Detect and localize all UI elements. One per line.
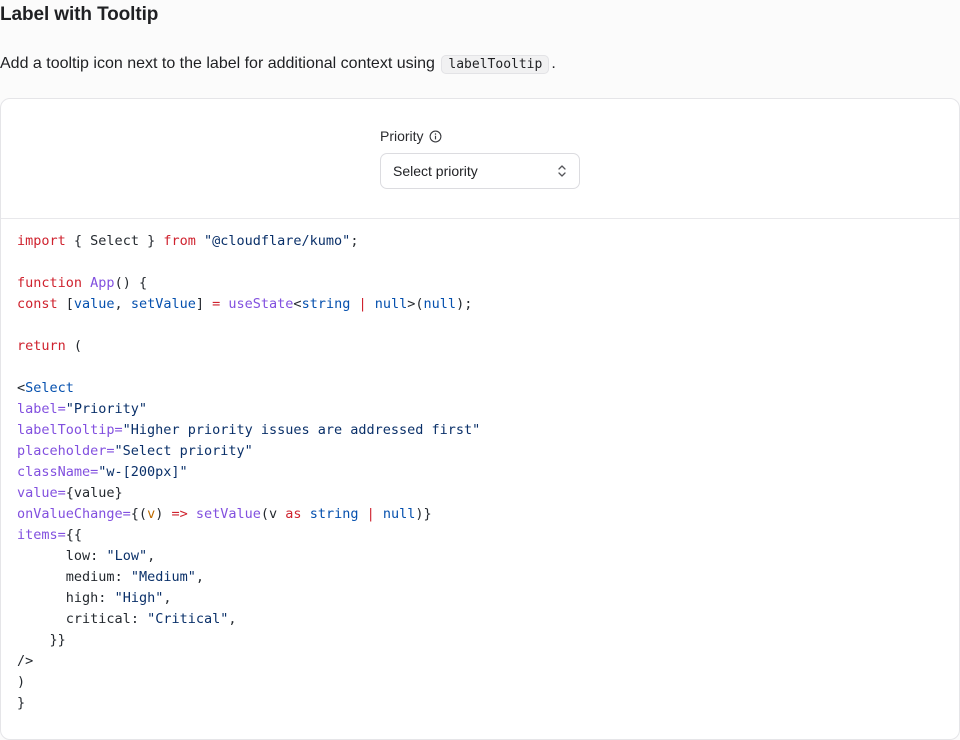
select-placeholder: Select priority bbox=[393, 163, 478, 179]
inline-code: labelTooltip bbox=[441, 55, 550, 74]
code-block: import { Select } from "@cloudflare/kumo… bbox=[17, 233, 481, 711]
example-card: Priority Select priority import {Select… bbox=[0, 98, 960, 740]
info-icon[interactable] bbox=[429, 130, 442, 143]
description-end: . bbox=[551, 55, 556, 72]
priority-label-row: Priority bbox=[380, 127, 580, 145]
priority-select[interactable]: Select priority bbox=[380, 153, 580, 189]
chevron-up-down-icon bbox=[557, 164, 567, 178]
section-title: Label with Tooltip bbox=[0, 4, 159, 25]
description-text: Add a tooltip icon next to the label for… bbox=[0, 55, 440, 72]
priority-label: Priority bbox=[380, 128, 424, 144]
preview-panel: Priority Select priority bbox=[1, 99, 959, 219]
section-description: Add a tooltip icon next to the label for… bbox=[0, 54, 556, 75]
priority-field: Priority Select priority bbox=[380, 127, 580, 189]
